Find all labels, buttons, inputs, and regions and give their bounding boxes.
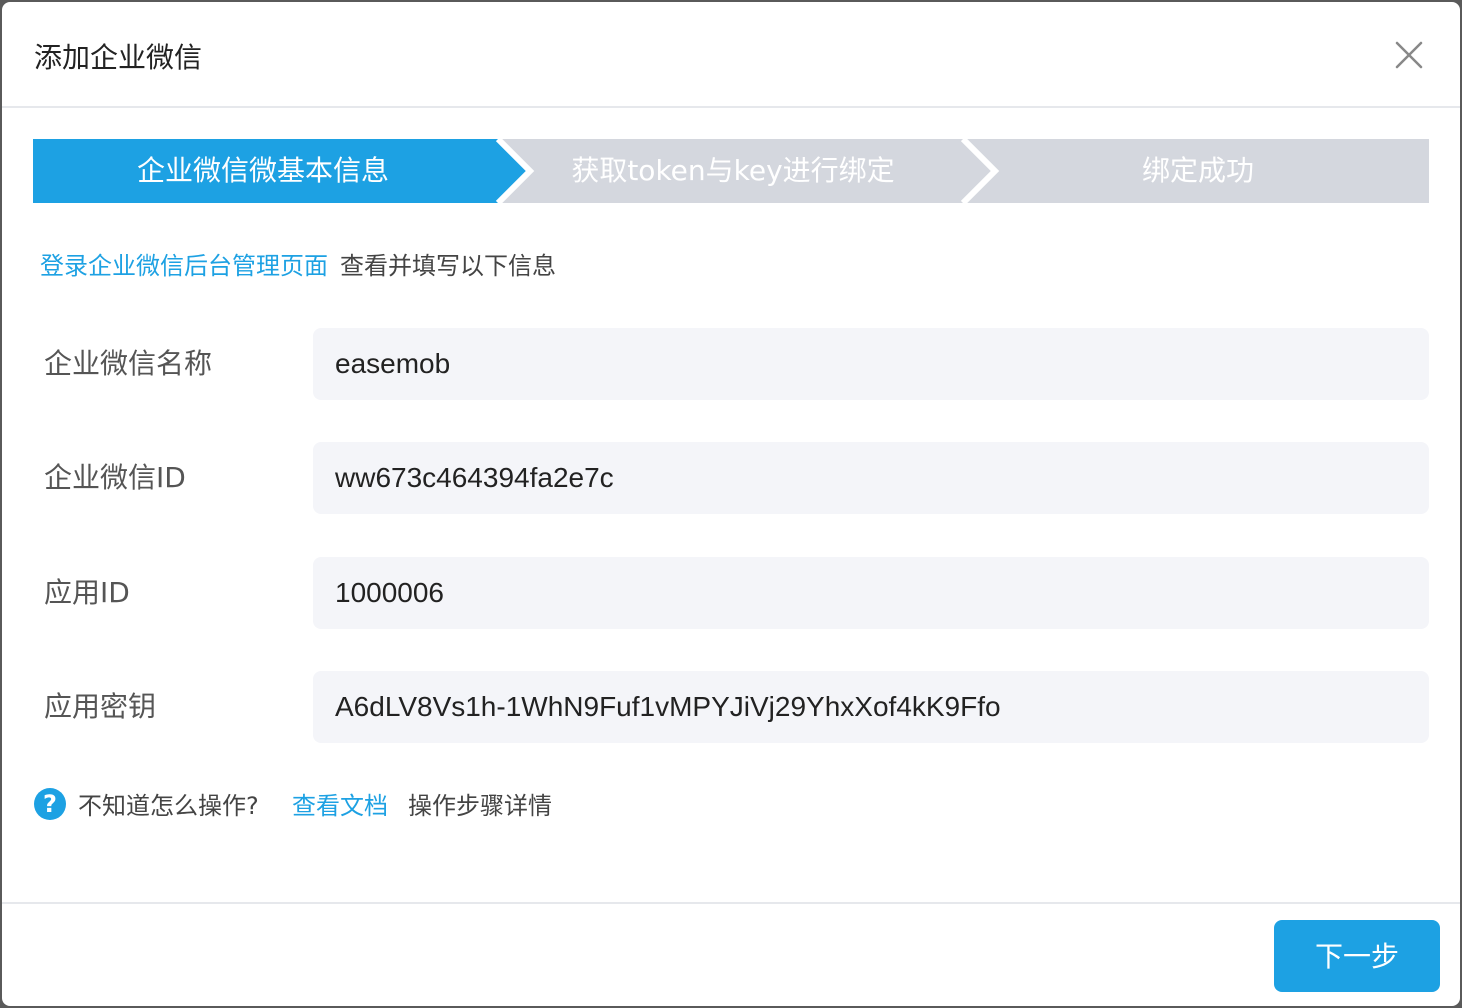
form-row-corp-id: 企业微信ID [2, 442, 1460, 514]
add-wecom-dialog: 添加企业微信 企业微信微基本信息 获取token与key进行绑定 绑定成功 登录… [2, 2, 1460, 1006]
step-3-label: 绑定成功 [1141, 154, 1254, 187]
admin-login-link[interactable]: 登录企业微信后台管理页面 [40, 252, 328, 280]
corp-name-input[interactable] [313, 328, 1429, 400]
instruction-hint: 登录企业微信后台管理页面 查看并填写以下信息 [40, 246, 556, 286]
hint-text: 查看并填写以下信息 [340, 252, 556, 280]
form-row-app-secret: 应用密钥 [2, 671, 1460, 743]
dialog-header: 添加企业微信 [2, 2, 1460, 108]
app-id-input[interactable] [313, 557, 1429, 629]
help-detail: 操作步骤详情 [408, 792, 552, 820]
app-secret-label: 应用密钥 [44, 690, 157, 723]
close-icon[interactable] [1394, 40, 1424, 70]
corp-id-input[interactable] [313, 442, 1429, 514]
step-2-label: 获取token与key进行绑定 [571, 154, 895, 187]
corp-id-label: 企业微信ID [44, 461, 186, 494]
app-id-label: 应用ID [44, 576, 130, 609]
view-docs-link[interactable]: 查看文档 [292, 786, 388, 826]
dialog-title: 添加企业微信 [34, 41, 203, 74]
dialog-footer: 下一步 [2, 902, 1460, 1006]
corp-name-label: 企业微信名称 [44, 347, 213, 380]
step-1-label: 企业微信微基本信息 [136, 154, 389, 187]
next-step-button[interactable]: 下一步 [1274, 920, 1440, 992]
form-row-app-id: 应用ID [2, 557, 1460, 629]
form-row-corp-name: 企业微信名称 [2, 328, 1460, 400]
question-circle-icon: ? [34, 788, 66, 820]
help-question: 不知道怎么操作? [78, 792, 259, 820]
app-secret-input[interactable] [313, 671, 1429, 743]
step-progress: 企业微信微基本信息 获取token与key进行绑定 绑定成功 [33, 139, 1429, 203]
